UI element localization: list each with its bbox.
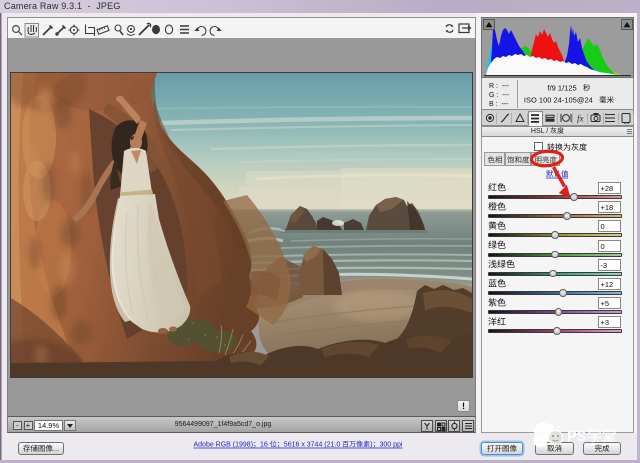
svg-text:fx: fx — [577, 114, 584, 124]
